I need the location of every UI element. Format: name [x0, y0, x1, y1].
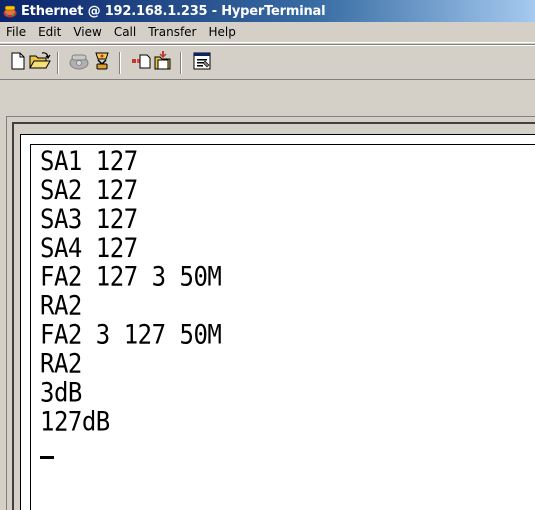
receive-icon [153, 51, 173, 75]
terminal-line: FA2 3 127 50M [40, 319, 222, 351]
receive-button[interactable] [152, 51, 174, 75]
terminal-line: SA2 127 [40, 174, 138, 206]
send-icon [130, 52, 152, 74]
toolbar [0, 44, 535, 80]
terminal-line: RA2 [40, 290, 82, 322]
text-cursor [40, 456, 54, 459]
terminal-screen[interactable]: SA1 127 SA2 127 SA3 127 SA4 127 FA2 127 … [30, 144, 535, 510]
window-title: Ethernet @ 192.168.1.235 - HyperTerminal [21, 3, 326, 19]
connect-button[interactable] [68, 52, 90, 74]
terminal-line: SA4 127 [40, 232, 138, 264]
open-icon [29, 52, 51, 74]
title-bar[interactable]: Ethernet @ 192.168.1.235 - HyperTerminal [0, 0, 535, 22]
menu-help[interactable]: Help [203, 22, 242, 42]
hyperterminal-window: Ethernet @ 192.168.1.235 - HyperTerminal… [0, 0, 535, 510]
hyperterminal-phone-icon[interactable] [2, 3, 18, 19]
toolbar-separator [57, 52, 59, 74]
terminal-output: SA1 127 SA2 127 SA3 127 SA4 127 FA2 127 … [40, 145, 222, 438]
terminal-line: FA2 127 3 50M [40, 261, 222, 293]
toolbar-separator [119, 52, 121, 74]
menu-call[interactable]: Call [108, 22, 142, 42]
new-button[interactable] [7, 52, 29, 74]
disconnect-icon [93, 51, 111, 75]
open-button[interactable] [29, 52, 51, 74]
properties-icon [192, 51, 212, 75]
send-button[interactable] [130, 52, 152, 74]
menu-edit[interactable]: Edit [32, 22, 67, 42]
terminal-line: 3dB [40, 377, 82, 409]
disconnect-button[interactable] [91, 52, 113, 74]
menu-transfer[interactable]: Transfer [142, 22, 202, 42]
menu-view[interactable]: View [67, 22, 107, 42]
menu-file[interactable]: File [0, 22, 32, 42]
terminal-line: SA3 127 [40, 203, 138, 235]
properties-button[interactable] [191, 52, 213, 74]
new-icon [10, 52, 26, 74]
menu-bar: File Edit View Call Transfer Help [0, 22, 535, 43]
terminal-line: RA2 [40, 348, 82, 380]
terminal-line: 127dB [40, 406, 110, 438]
terminal-line: SA1 127 [40, 145, 138, 177]
connect-icon [68, 52, 90, 74]
toolbar-separator [180, 52, 182, 74]
